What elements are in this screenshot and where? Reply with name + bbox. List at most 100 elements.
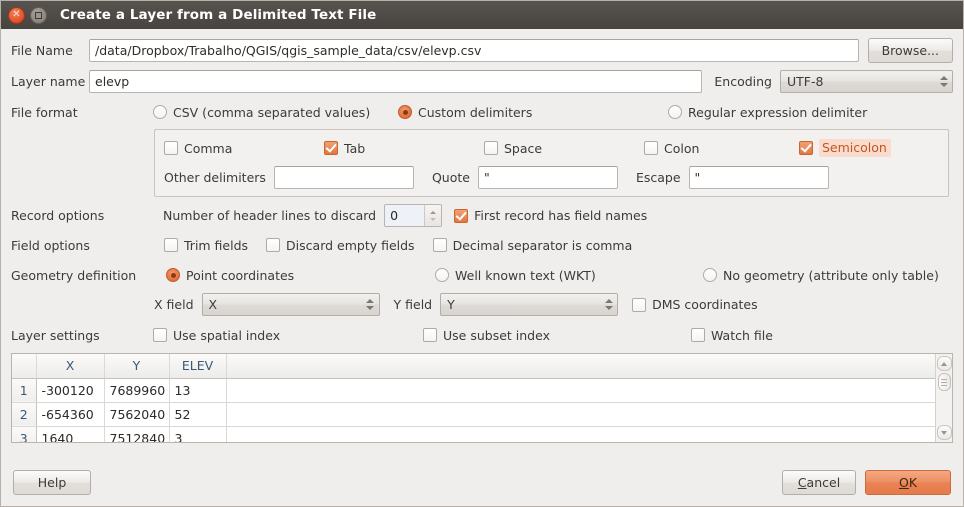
checkbox-colon-indicator bbox=[644, 141, 658, 155]
column-header-x[interactable]: X bbox=[36, 354, 104, 378]
cell-elev[interactable]: 3 bbox=[169, 426, 226, 442]
layer-name-label: Layer name bbox=[11, 74, 89, 89]
checkbox-space[interactable]: Space bbox=[484, 141, 644, 156]
close-icon[interactable]: ✕ bbox=[8, 7, 25, 24]
delimiter-fields-row: Other delimiters Quote " Escape " bbox=[164, 166, 940, 189]
header-lines-value: 0 bbox=[385, 205, 424, 226]
checkbox-dms-indicator bbox=[632, 298, 646, 312]
checkbox-watch-file-label: Watch file bbox=[711, 328, 773, 343]
checkbox-colon-label: Colon bbox=[664, 141, 699, 156]
dialog-body: File Name /data/Dropbox/Trabalho/QGIS/qg… bbox=[1, 29, 963, 459]
radio-regex-delimiter-indicator bbox=[668, 105, 682, 119]
table-row[interactable]: 1 -300120 7689960 13 bbox=[12, 378, 935, 402]
cell-x[interactable]: -300120 bbox=[36, 378, 104, 402]
scrollbar-thumb[interactable] bbox=[938, 373, 951, 391]
delimiters-groupbox: Comma Tab Space Colon Semicolon bbox=[154, 129, 949, 197]
checkbox-first-record-field-names[interactable]: First record has field names bbox=[454, 208, 647, 223]
radio-point-coordinates[interactable]: Point coordinates bbox=[166, 268, 435, 283]
radio-wkt-label: Well known text (WKT) bbox=[455, 268, 596, 283]
escape-input[interactable]: " bbox=[689, 166, 829, 189]
cell-x[interactable]: 1640 bbox=[36, 426, 104, 442]
escape-label: Escape bbox=[636, 170, 681, 185]
checkbox-space-label: Space bbox=[504, 141, 542, 156]
checkbox-decimal-separator-comma[interactable]: Decimal separator is comma bbox=[433, 238, 633, 253]
radio-no-geometry-indicator bbox=[703, 268, 717, 282]
checkbox-comma-indicator bbox=[164, 141, 178, 155]
table-row[interactable]: 2 -654360 7562040 52 bbox=[12, 402, 935, 426]
cell-x[interactable]: -654360 bbox=[36, 402, 104, 426]
cell-y[interactable]: 7689960 bbox=[104, 378, 169, 402]
cancel-button[interactable]: Cancel bbox=[782, 470, 856, 495]
checkbox-trim-fields[interactable]: Trim fields bbox=[164, 238, 248, 253]
column-header-elev[interactable]: ELEV bbox=[169, 354, 226, 378]
browse-button[interactable]: Browse... bbox=[868, 38, 953, 63]
radio-custom-delimiters[interactable]: Custom delimiters bbox=[398, 105, 668, 120]
scrollbar-track[interactable] bbox=[938, 373, 951, 423]
radio-no-geometry-label: No geometry (attribute only table) bbox=[723, 268, 939, 283]
help-button[interactable]: Help bbox=[13, 470, 91, 495]
geometry-definition-row: Geometry definition Point coordinates We… bbox=[11, 264, 953, 286]
radio-csv-label: CSV (comma separated values) bbox=[173, 105, 370, 120]
ok-button[interactable]: OK bbox=[865, 470, 951, 495]
radio-csv[interactable]: CSV (comma separated values) bbox=[153, 105, 398, 120]
cell-filler bbox=[226, 426, 935, 442]
file-format-row: File format CSV (comma separated values)… bbox=[11, 101, 953, 123]
preview-table-vertical-scrollbar[interactable] bbox=[935, 354, 952, 442]
preview-table[interactable]: X Y ELEV 1 -300120 7689960 13 bbox=[11, 353, 953, 443]
cell-elev[interactable]: 13 bbox=[169, 378, 226, 402]
chevron-updown-icon bbox=[604, 299, 613, 310]
arrow-up-icon[interactable] bbox=[937, 356, 952, 371]
spinner-updown-icon[interactable] bbox=[424, 205, 441, 226]
encoding-combobox[interactable]: UTF-8 bbox=[780, 70, 953, 93]
cell-elev[interactable]: 52 bbox=[169, 402, 226, 426]
checkbox-comma[interactable]: Comma bbox=[164, 141, 324, 156]
checkbox-colon[interactable]: Colon bbox=[644, 141, 799, 156]
checkbox-semicolon-label: Semicolon bbox=[819, 139, 891, 157]
checkbox-semicolon[interactable]: Semicolon bbox=[799, 139, 891, 157]
y-field-combobox[interactable]: Y bbox=[440, 293, 618, 316]
geometry-definition-label: Geometry definition bbox=[11, 268, 166, 283]
cancel-accel: C bbox=[798, 475, 807, 490]
quote-input[interactable]: " bbox=[478, 166, 618, 189]
layer-name-input[interactable]: elevp bbox=[89, 70, 702, 93]
y-field-label: Y field bbox=[394, 297, 433, 312]
radio-regex-delimiter[interactable]: Regular expression delimiter bbox=[668, 105, 867, 120]
radio-regex-delimiter-label: Regular expression delimiter bbox=[688, 105, 867, 120]
checkbox-watch-file[interactable]: Watch file bbox=[691, 328, 773, 343]
column-header-y[interactable]: Y bbox=[104, 354, 169, 378]
cell-y[interactable]: 7512840 bbox=[104, 426, 169, 442]
layer-name-row: Layer name elevp Encoding UTF-8 bbox=[11, 70, 953, 93]
other-delimiters-input[interactable] bbox=[274, 166, 414, 189]
radio-no-geometry[interactable]: No geometry (attribute only table) bbox=[703, 268, 939, 283]
x-field-combobox[interactable]: X bbox=[202, 293, 380, 316]
radio-wkt[interactable]: Well known text (WKT) bbox=[435, 268, 703, 283]
cell-y[interactable]: 7562040 bbox=[104, 402, 169, 426]
checkbox-tab[interactable]: Tab bbox=[324, 141, 484, 156]
checkbox-discard-empty-fields-indicator bbox=[266, 238, 280, 252]
checkbox-discard-empty-fields[interactable]: Discard empty fields bbox=[266, 238, 415, 253]
row-number: 3 bbox=[12, 426, 36, 442]
header-lines-spinbox[interactable]: 0 bbox=[384, 204, 442, 227]
cell-filler bbox=[226, 378, 935, 402]
ok-label-rest: K bbox=[909, 475, 917, 490]
arrow-down-icon[interactable] bbox=[937, 425, 952, 440]
preview-table-grid: X Y ELEV 1 -300120 7689960 13 bbox=[12, 354, 935, 442]
quote-label: Quote bbox=[432, 170, 470, 185]
checkbox-first-record-indicator bbox=[454, 209, 468, 223]
chevron-updown-icon bbox=[939, 76, 948, 87]
checkbox-use-subset-index[interactable]: Use subset index bbox=[423, 328, 691, 343]
corner-header[interactable] bbox=[12, 354, 36, 378]
file-name-label: File Name bbox=[11, 43, 89, 58]
file-name-input[interactable]: /data/Dropbox/Trabalho/QGIS/qgis_sample_… bbox=[89, 39, 859, 62]
maximize-icon[interactable] bbox=[30, 7, 47, 24]
table-row[interactable]: 3 1640 7512840 3 bbox=[12, 426, 935, 442]
checkbox-decimal-separator-label: Decimal separator is comma bbox=[453, 238, 633, 253]
radio-point-coordinates-label: Point coordinates bbox=[186, 268, 294, 283]
y-field-value: Y bbox=[447, 297, 604, 312]
checkbox-discard-empty-fields-label: Discard empty fields bbox=[286, 238, 415, 253]
checkbox-use-spatial-index[interactable]: Use spatial index bbox=[153, 328, 423, 343]
checkbox-dms-label: DMS coordinates bbox=[652, 297, 758, 312]
record-options-label: Record options bbox=[11, 208, 153, 223]
checkbox-dms-coordinates[interactable]: DMS coordinates bbox=[632, 297, 758, 312]
radio-custom-delimiters-indicator bbox=[398, 105, 412, 119]
